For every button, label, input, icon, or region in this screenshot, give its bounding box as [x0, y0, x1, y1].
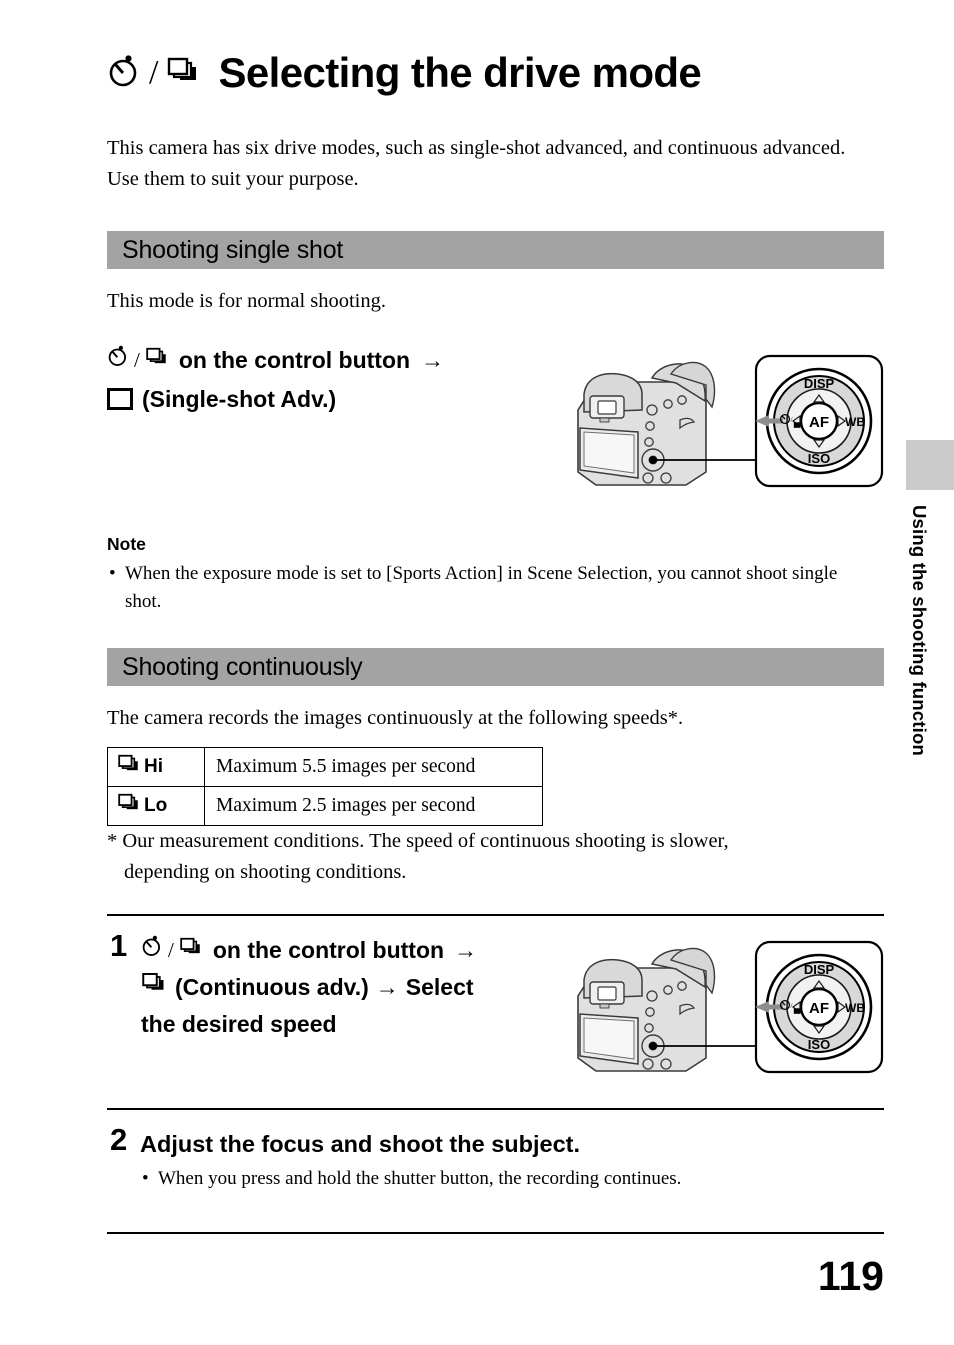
continuous-adv-icon — [141, 969, 168, 1005]
continuous-footnote: * Our measurement conditions. The speed … — [107, 826, 882, 888]
step-1-number: 1 — [110, 928, 128, 963]
footnote-line-2: depending on shooting conditions. — [124, 861, 407, 883]
svg-text:/: / — [791, 416, 793, 424]
title-separator: / — [149, 54, 159, 91]
intro-paragraph: This camera has six drive modes, such as… — [107, 137, 846, 190]
step-2-text: Adjust the focus and shoot the subject. — [140, 1131, 580, 1157]
step-divider-middle — [107, 1108, 884, 1111]
self-timer-icon — [107, 342, 129, 378]
arrow-right-icon: → — [454, 937, 478, 963]
step-1-text-3: the desired speed — [141, 1011, 337, 1037]
continuous-drive-icon — [145, 342, 170, 378]
dial-label-iso: ISO — [808, 1037, 830, 1052]
arrow-right-icon: → — [375, 974, 399, 1000]
single-shot-description: This mode is for normal shooting. — [107, 290, 387, 312]
dial-label-af: AF — [809, 1000, 829, 1017]
section-header-continuous: Shooting continuously — [107, 648, 884, 686]
continuous-hi-icon — [116, 753, 143, 781]
page-number: 119 — [817, 1253, 884, 1299]
single-shot-instruction: / on the control button → (Single-shot A… — [107, 342, 557, 417]
step-1-text-1: on the control button — [212, 937, 445, 963]
note-heading: Note — [107, 534, 146, 554]
dial-label-disp: DISP — [804, 962, 835, 977]
section-header-single-shot-label: Shooting single shot — [122, 235, 344, 264]
step-2-bullet-item: When you press and hold the shutter butt… — [140, 1165, 870, 1193]
instruction-text-2: (Single-shot Adv.) — [142, 386, 337, 412]
step-divider-top — [107, 914, 884, 917]
table-cell-mode: Lo — [107, 786, 205, 826]
step-divider-bottom — [107, 1232, 884, 1235]
self-timer-icon — [141, 932, 163, 968]
step-2-note-list: When you press and hold the shutter butt… — [140, 1165, 870, 1193]
table-row: Hi Maximum 5.5 images per second — [107, 747, 543, 787]
continuous-speed-table: Hi Maximum 5.5 images per second Lo Maxi… — [107, 747, 543, 826]
dial-label-wb: WB — [845, 415, 865, 429]
side-tab-label: Using the shooting function — [909, 505, 930, 757]
manual-page: / Selecting the drive mode This camera h… — [0, 0, 954, 1345]
dial-label-af: AF — [809, 414, 829, 431]
arrow-right-icon: → — [421, 347, 445, 373]
step-1-text-2-tail: Select — [405, 974, 474, 1000]
continuous-lo-icon — [116, 792, 143, 820]
table-row: Lo Maximum 2.5 images per second — [107, 786, 543, 826]
table-cell-value: Maximum 5.5 images per second — [204, 747, 543, 787]
dial-label-disp: DISP — [804, 376, 835, 391]
continuous-description: The camera records the images continuous… — [107, 707, 684, 729]
dial-label-iso: ISO — [808, 451, 830, 466]
page-title: / Selecting the drive mode — [107, 52, 887, 94]
continuous-drive-icon — [179, 932, 204, 968]
side-tab-marker — [906, 440, 954, 490]
instruction-separator: / — [134, 348, 140, 372]
section-header-continuous-label: Shooting continuously — [122, 652, 363, 681]
step-1-instruction: / on the control button → (Continuous ad… — [141, 932, 561, 1042]
table-cell-mode-label: Lo — [144, 795, 168, 816]
page-title-text: Selecting the drive mode — [218, 49, 702, 96]
camera-figure-single-shot: DISP ISO WB AF / — [556, 352, 886, 497]
section-header-single-shot: Shooting single shot — [107, 231, 884, 269]
self-timer-icon — [107, 54, 141, 93]
table-cell-mode: Hi — [107, 747, 205, 787]
table-cell-value: Maximum 2.5 images per second — [204, 786, 543, 826]
note-bullet-item: When the exposure mode is set to [Sports… — [107, 560, 864, 616]
step-1-text-2: (Continuous adv.) — [175, 974, 369, 1000]
instruction-separator: / — [168, 938, 174, 962]
continuous-drive-icon — [166, 55, 202, 92]
single-shot-icon — [107, 388, 133, 410]
svg-text:/: / — [791, 1002, 793, 1010]
camera-figure-continuous: DISP ISO WB AF / — [556, 938, 886, 1083]
instruction-text-1: on the control button — [178, 347, 411, 373]
table-cell-mode-label: Hi — [144, 756, 163, 777]
footnote-line-1: * Our measurement conditions. The speed … — [107, 830, 729, 852]
note-list: When the exposure mode is set to [Sports… — [107, 560, 864, 616]
step-2-number: 2 — [110, 1122, 128, 1157]
dial-label-wb: WB — [845, 1001, 865, 1015]
